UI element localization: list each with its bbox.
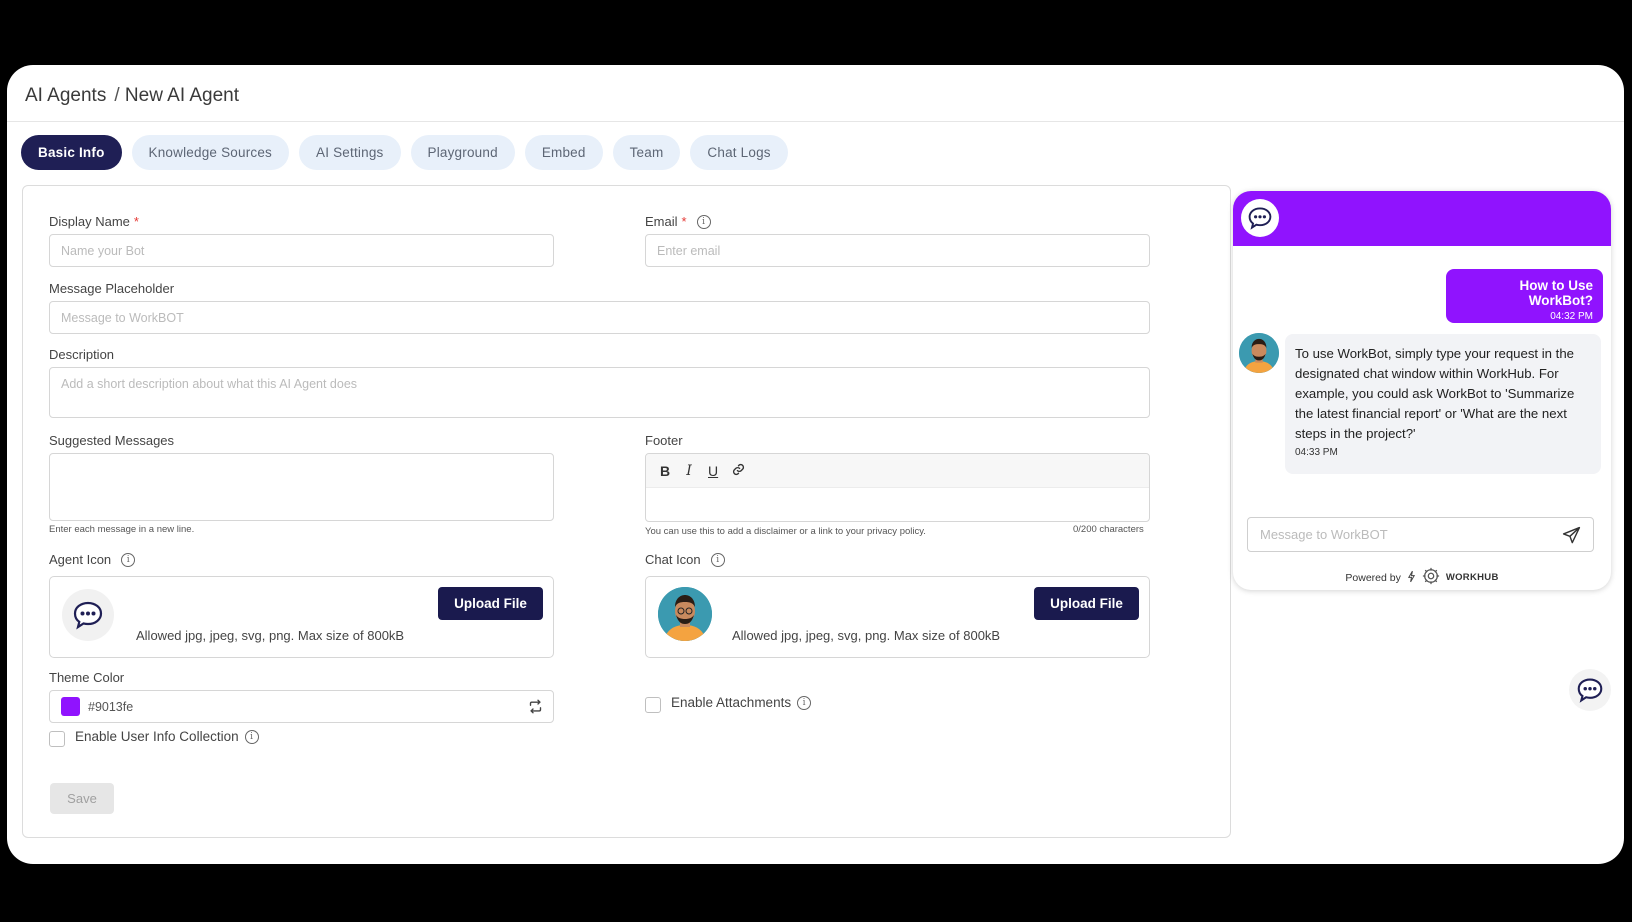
chat-icon-info-icon[interactable]: i [710,552,725,567]
suggested-messages-textarea[interactable] [49,453,554,521]
agent-chat-bubble-icon [62,589,114,641]
email-info-icon[interactable]: i [696,214,711,229]
chat-icon-upload: Upload File Allowed jpg, jpeg, svg, png.… [645,576,1150,658]
chat-launcher-icon[interactable] [1569,669,1611,711]
theme-color-input[interactable]: #9013fe [49,690,554,723]
chat-avatar-image [658,587,712,641]
display-name-input[interactable]: Name your Bot [49,234,554,267]
bold-button[interactable]: B [660,463,670,479]
reset-color-icon[interactable] [528,699,543,717]
bot-message-text: To use WorkBot, simply type your request… [1295,346,1575,441]
email-input[interactable]: Enter email [645,234,1150,267]
italic-button[interactable]: I [684,463,694,479]
user-message-time: 04:32 PM [1550,311,1593,322]
footer-editor-toolbar: B I U [646,454,1149,488]
tab-chat-logs[interactable]: Chat Logs [690,135,788,170]
bot-avatar [1239,333,1279,373]
agent-icon-info-icon[interactable]: i [121,552,136,567]
agent-icon-hint: Allowed jpg, jpeg, svg, png. Max size of… [136,628,405,643]
breadcrumb-root[interactable]: AI Agents [25,85,106,107]
enable-attachments-checkbox[interactable] [645,697,661,713]
send-icon[interactable] [1562,526,1581,548]
chat-widget-preview: How to Use WorkBot? 04:32 PM To use Work… [1233,191,1611,590]
tab-embed[interactable]: Embed [524,135,603,170]
breadcrumb-current: New AI Agent [124,85,239,106]
agent-icon-upload: Upload File Allowed jpg, jpeg, svg, png.… [49,576,554,658]
footer-hint: You can use this to add a disclaimer or … [645,526,926,537]
email-label: Email * i [645,214,711,229]
bot-message-time: 04:33 PM [1295,447,1338,458]
suggested-messages-hint: Enter each message in a new line. [49,524,195,535]
workhub-brand: WORKHUB [1445,572,1499,583]
user-message-text: How to Use WorkBot? [1519,278,1593,308]
underline-button[interactable]: U [708,463,718,479]
enable-attachments-label: Enable Attachments i [671,695,812,710]
footer-editor[interactable]: B I U [645,453,1150,522]
theme-color-swatch[interactable] [61,697,80,716]
user-info-info-icon[interactable]: i [244,729,259,744]
app-window: AI Agents / New AI Agent Basic Info Know… [7,65,1624,864]
workhub-logo-icon [1422,567,1440,588]
tab-bar: Basic Info Knowledge Sources AI Settings… [21,135,788,170]
agent-icon-upload-button[interactable]: Upload File [438,587,543,620]
enable-user-info-label: Enable User Info Collection i [75,729,259,744]
tab-ai-settings[interactable]: AI Settings [299,135,401,170]
save-button[interactable]: Save [50,783,114,814]
chat-icon-upload-button[interactable]: Upload File [1034,587,1139,620]
bot-message-bubble: To use WorkBot, simply type your request… [1285,334,1601,474]
chat-icon-hint: Allowed jpg, jpeg, svg, png. Max size of… [732,628,1001,643]
enable-user-info-checkbox[interactable] [49,731,65,747]
footer-label: Footer [645,433,683,448]
message-placeholder-input[interactable]: Message to WorkBOT [49,301,1150,334]
breadcrumb-separator: / [114,85,120,106]
chat-icon-label: Chat Icon i [645,552,725,567]
powered-by-text: Powered by [1345,571,1401,584]
agent-icon-label: Agent Icon i [49,552,136,567]
message-placeholder-label: Message Placeholder [49,281,175,296]
powered-by-footer: Powered by WORKHUB [1233,567,1611,588]
theme-color-value: #9013fe [88,699,134,714]
user-message-bubble: How to Use WorkBot? 04:32 PM [1446,269,1603,323]
chat-bubble-logo-icon [1241,199,1279,237]
link-icon[interactable] [732,463,745,479]
bolt-icon [1407,570,1416,586]
description-textarea[interactable]: Add a short description about what this … [49,367,1150,418]
suggested-messages-label: Suggested Messages [49,433,175,448]
header-divider [7,121,1624,122]
chat-message-input[interactable]: Message to WorkBOT [1247,517,1594,552]
basic-info-form: Display Name * Name your Bot Email * i Ent… [22,185,1231,838]
display-name-label: Display Name * [49,214,139,229]
theme-color-label: Theme Color [49,670,125,685]
tab-basic-info[interactable]: Basic Info [21,135,122,170]
tab-playground[interactable]: Playground [410,135,515,170]
description-label: Description [49,347,115,362]
tab-knowledge-sources[interactable]: Knowledge Sources [131,135,289,170]
footer-char-counter: 0/200 characters [1073,524,1144,535]
breadcrumb: AI Agents / New AI Agent [25,85,239,107]
tab-team[interactable]: Team [612,135,681,170]
chat-header [1233,191,1611,246]
attachments-info-icon[interactable]: i [797,695,812,710]
